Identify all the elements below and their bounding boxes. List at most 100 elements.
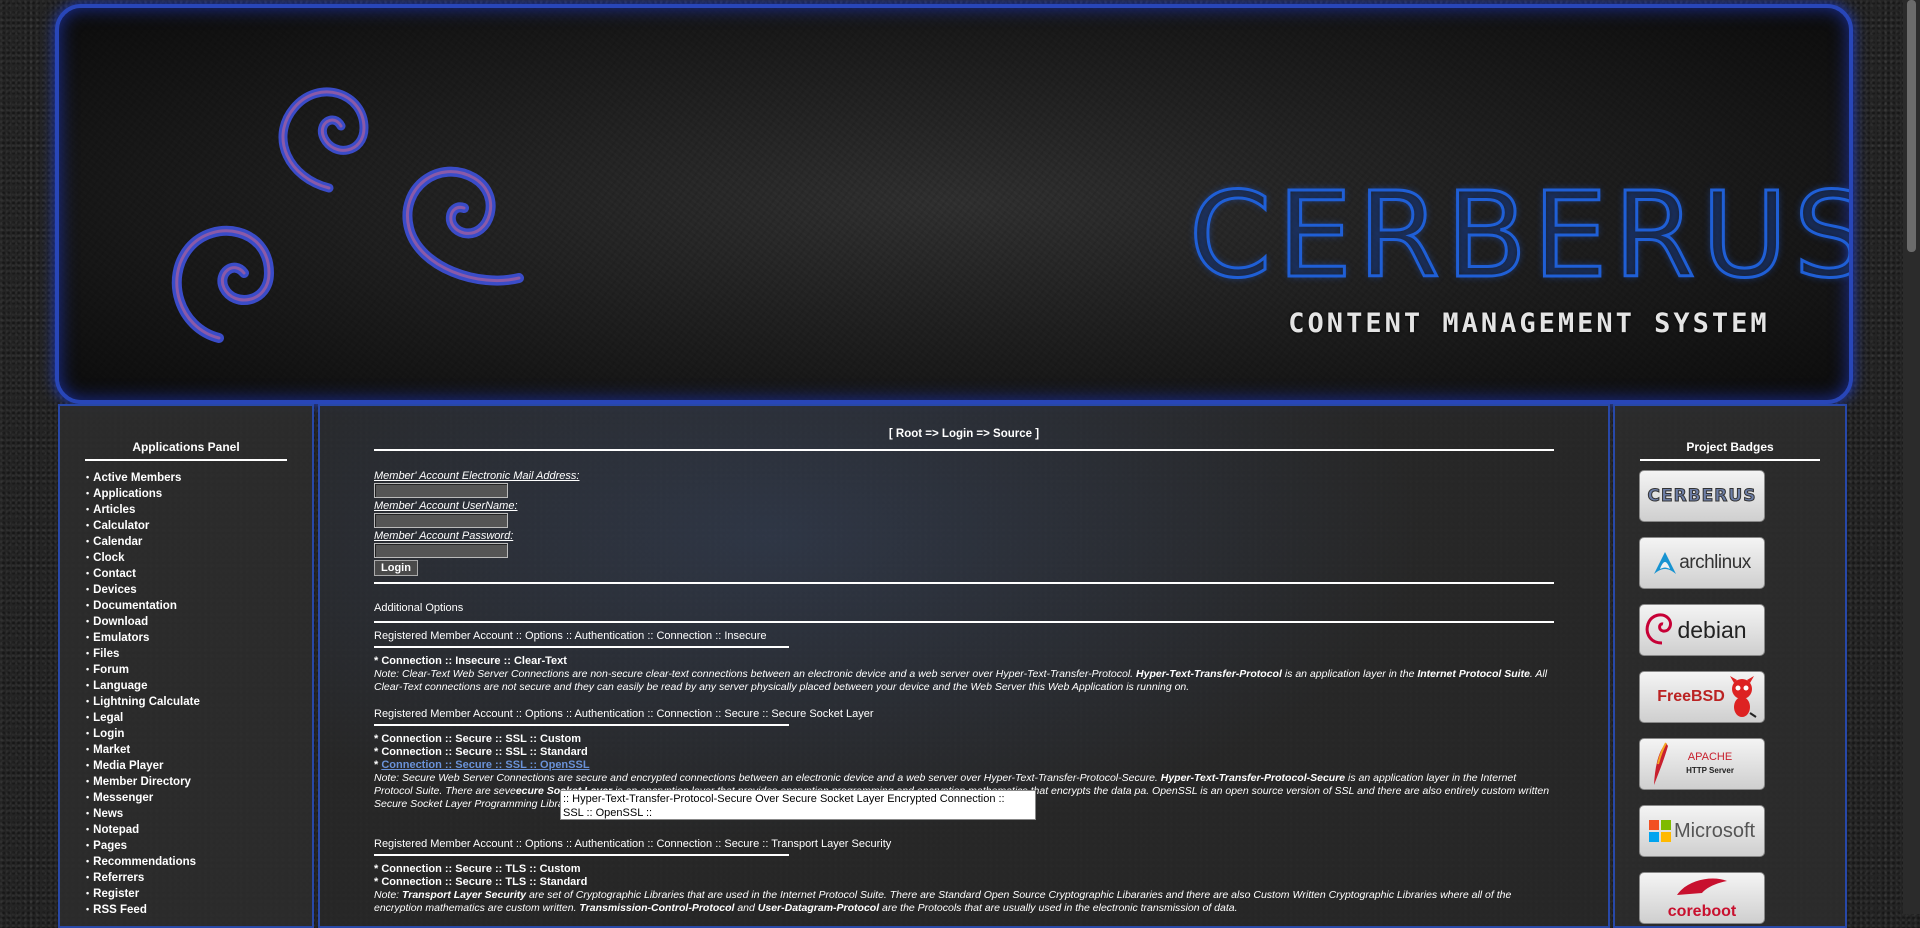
tls-note: Note: Transport Layer Security are set o… <box>374 889 1512 914</box>
applications-link[interactable]: Messenger <box>93 792 153 804</box>
insecure-heading: Registered Member Account :: Options :: … <box>374 630 767 642</box>
divider <box>85 459 287 461</box>
bullet-icon: • <box>86 712 90 722</box>
option-tls-custom[interactable]: * Connection :: Secure :: TLS :: Custom <box>374 863 581 875</box>
banner-subtitle: CONTENT MANAGEMENT SYSTEM <box>1288 308 1770 339</box>
applications-link[interactable]: Files <box>93 648 119 660</box>
applications-link[interactable]: Clock <box>93 552 124 564</box>
badge-cerberus[interactable]: CERBERUS <box>1639 470 1765 522</box>
tls-heading: Registered Member Account :: Options :: … <box>374 838 892 850</box>
applications-link[interactable]: Legal <box>93 712 123 724</box>
bullet-icon: • <box>86 808 90 818</box>
applications-link[interactable]: Emulators <box>93 632 149 644</box>
banner-title: CERBERUS <box>1188 166 1853 304</box>
bullet-icon: • <box>86 536 90 546</box>
applications-link[interactable]: Pages <box>93 840 127 852</box>
password-field[interactable] <box>374 543 508 558</box>
badge-apache[interactable]: APACHE HTTP Server <box>1639 738 1765 790</box>
applications-link[interactable]: Login <box>93 728 124 740</box>
applications-link[interactable]: RSS Feed <box>93 904 147 916</box>
applications-link[interactable]: Lightning Calculate <box>93 696 200 708</box>
applications-link[interactable]: Market <box>93 744 130 756</box>
password-label: Member' Account Password: <box>374 530 514 542</box>
main-content: [ Root => Login => Source ] Member' Acco… <box>318 404 1610 928</box>
applications-list-item: • Login <box>86 726 312 742</box>
option-ssl-custom[interactable]: * Connection :: Secure :: SSL :: Custom <box>374 733 581 745</box>
openssl-link[interactable]: Connection :: Secure :: SSL :: OpenSSL <box>381 759 589 771</box>
username-field-wrapper <box>374 513 508 528</box>
coreboot-rabbit-icon <box>1677 878 1727 895</box>
badge-archlinux[interactable]: archlinux <box>1639 537 1765 589</box>
apache-feather-icon <box>1654 742 1668 785</box>
applications-link[interactable]: Documentation <box>93 600 177 612</box>
badge-freebsd[interactable]: FreeBSD <box>1639 671 1765 723</box>
applications-link[interactable]: Media Player <box>93 760 163 772</box>
applications-list-item: • Files <box>86 646 312 662</box>
applications-link[interactable]: Contact <box>93 568 136 580</box>
scrollbar-thumb[interactable] <box>1907 0 1916 252</box>
applications-link[interactable]: Language <box>93 680 147 692</box>
applications-link[interactable]: Register <box>93 888 139 900</box>
applications-link[interactable]: Devices <box>93 584 136 596</box>
applications-list-item: • Notepad <box>86 822 312 838</box>
divider <box>374 724 789 726</box>
bullet-icon: • <box>86 776 90 786</box>
arch-logo-icon <box>1654 552 1677 574</box>
applications-link[interactable]: Notepad <box>93 824 139 836</box>
applications-list-item: • Documentation <box>86 598 312 614</box>
applications-list-item: • News <box>86 806 312 822</box>
divider <box>1640 459 1820 461</box>
applications-link[interactable]: Download <box>93 616 148 628</box>
applications-link[interactable]: Articles <box>93 504 135 516</box>
applications-list-item: • Member Directory <box>86 774 312 790</box>
email-field[interactable] <box>374 483 508 498</box>
applications-link[interactable]: Member Directory <box>93 776 191 788</box>
login-button[interactable]: Login <box>374 560 418 576</box>
bullet-icon: • <box>86 744 90 754</box>
insecure-note: Note: Clear-Text Web Server Connections … <box>374 668 1548 693</box>
page-scrollbar[interactable] <box>1903 0 1920 914</box>
option-ssl-standard[interactable]: * Connection :: Secure :: SSL :: Standar… <box>374 746 588 758</box>
applications-list-item: • Articles <box>86 502 312 518</box>
bullet-icon: • <box>86 728 90 738</box>
badge-coreboot[interactable]: coreboot <box>1639 872 1765 924</box>
divider <box>374 449 1554 451</box>
bullet-icon: • <box>86 520 90 530</box>
applications-link[interactable]: Calendar <box>93 536 142 548</box>
bullet-icon: • <box>86 648 90 658</box>
tooltip-line: SSL :: OpenSSL :: <box>563 807 653 819</box>
badge-label: debian <box>1677 616 1747 643</box>
option-clear-text[interactable]: * Connection :: Insecure :: Clear-Text <box>374 655 567 667</box>
username-field[interactable] <box>374 513 508 528</box>
applications-link[interactable]: News <box>93 808 123 820</box>
applications-list: • Active Members • Applications • Articles • Ca… <box>60 470 312 918</box>
applications-list-item: • Lightning Calculate <box>86 694 312 710</box>
applications-link[interactable]: Applications <box>93 488 162 500</box>
applications-list-item: • Market <box>86 742 312 758</box>
bullet-icon: • <box>86 472 90 482</box>
divider <box>374 582 1554 584</box>
apache-text: APACHE HTTP Server <box>1686 751 1734 777</box>
badge-microsoft[interactable]: Microsoft <box>1639 805 1765 857</box>
applications-list-item: • Clock <box>86 550 312 566</box>
applications-link[interactable]: Forum <box>93 664 129 676</box>
badge-label: Microsoft <box>1673 819 1756 842</box>
applications-link[interactable]: Calculator <box>93 520 149 532</box>
additional-options-heading: Additional Options <box>374 602 464 614</box>
tooltip-line: :: Hyper-Text-Transfer-Protocol-Secure O… <box>563 793 1005 805</box>
badge-sublabel: HTTP Server <box>1686 766 1734 775</box>
bullet-icon: • <box>86 504 90 514</box>
bullet-icon: • <box>86 664 90 674</box>
option-tls-standard[interactable]: * Connection :: Secure :: TLS :: Standar… <box>374 876 587 888</box>
applications-link[interactable]: Referrers <box>93 872 144 884</box>
bullet-icon: • <box>86 888 90 898</box>
applications-list-item: • Pages <box>86 838 312 854</box>
applications-link[interactable]: Active Members <box>93 472 181 484</box>
applications-list-item: • Media Player <box>86 758 312 774</box>
applications-list-item: • Referrers <box>86 870 312 886</box>
bullet-icon: • <box>86 600 90 610</box>
applications-link[interactable]: Recommendations <box>93 856 196 868</box>
bullet-icon: • <box>86 792 90 802</box>
badge-debian[interactable]: debian <box>1639 604 1765 656</box>
badge-label: APACHE <box>1687 751 1733 763</box>
